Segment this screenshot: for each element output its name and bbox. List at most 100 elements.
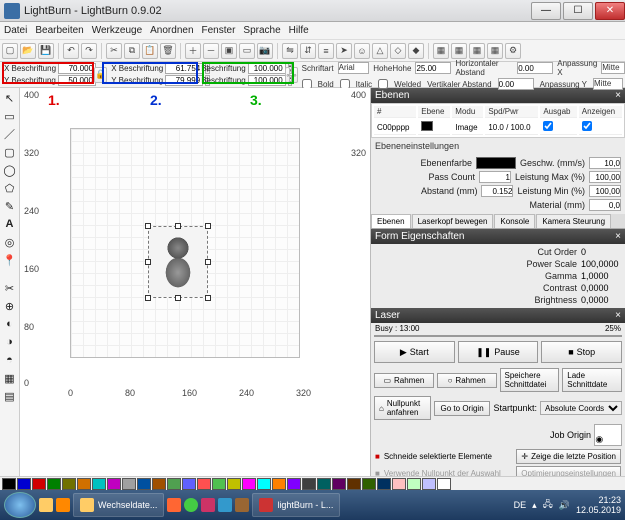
aligny-select[interactable]: Mitte	[593, 78, 623, 90]
zoom-in-icon[interactable]: ＋	[185, 43, 201, 59]
scalex-input[interactable]	[248, 63, 286, 74]
person-icon[interactable]: ☺	[354, 43, 370, 59]
menu-sprache[interactable]: Sprache	[243, 25, 280, 36]
int-input[interactable]	[481, 185, 513, 197]
palette-color[interactable]	[92, 478, 106, 490]
pmin-input[interactable]	[589, 185, 621, 197]
pause-button[interactable]: ❚❚ Pause	[458, 341, 539, 363]
pinned-chrome-icon[interactable]	[184, 498, 198, 512]
layer-output-check[interactable]	[543, 121, 553, 131]
tool-c-icon[interactable]: ◆	[408, 43, 424, 59]
cut-icon[interactable]: ✂	[106, 43, 122, 59]
delete-icon[interactable]: 🗑	[160, 43, 176, 59]
grid4-icon[interactable]: ▦	[487, 43, 503, 59]
palette-color[interactable]	[347, 478, 361, 490]
palette-color[interactable]	[197, 478, 211, 490]
scaley-input[interactable]	[248, 75, 286, 86]
palette-color[interactable]	[287, 478, 301, 490]
frame1-button[interactable]: ▭ Rahmen	[374, 373, 434, 388]
stop-button[interactable]: ■ Stop	[541, 341, 622, 363]
font-select[interactable]: Arial	[338, 62, 370, 74]
menu-fenster[interactable]: Fenster	[202, 25, 236, 36]
vspace-input[interactable]	[498, 78, 534, 90]
xpos-input[interactable]	[58, 63, 96, 74]
palette-color[interactable]	[227, 478, 241, 490]
copy-icon[interactable]: ⧉	[124, 43, 140, 59]
col-out[interactable]: Ausgab	[540, 106, 576, 118]
palette-color[interactable]	[122, 478, 136, 490]
minimize-button[interactable]: —	[531, 2, 561, 20]
palette-color[interactable]	[392, 478, 406, 490]
palette-color[interactable]	[377, 478, 391, 490]
save-cut-button[interactable]: Speichere Schnittdatei	[500, 368, 560, 392]
rect-tool-icon[interactable]: ▢	[2, 144, 18, 160]
fontheight-input[interactable]	[415, 62, 451, 74]
tray-flag-icon[interactable]: ▴	[532, 500, 537, 511]
close-button[interactable]: ✕	[595, 2, 625, 20]
palette-color[interactable]	[107, 478, 121, 490]
width-input[interactable]	[165, 63, 203, 74]
form-close-icon[interactable]: ×	[615, 231, 621, 242]
zoom-out-icon[interactable]: －	[203, 43, 219, 59]
col-layer[interactable]: Ebene	[418, 106, 450, 118]
height-input[interactable]	[165, 75, 203, 86]
layers-close-icon[interactable]: ×	[615, 90, 621, 101]
menu-anordnen[interactable]: Anordnen	[150, 25, 193, 36]
tab-move[interactable]: Laserkopf bewegen	[412, 214, 494, 228]
redo-icon[interactable]: ↷	[81, 43, 97, 59]
zoom-fit-icon[interactable]: ▣	[221, 43, 237, 59]
bool3-tool-icon[interactable]: ◓	[2, 352, 18, 368]
col-show[interactable]: Anzeigen	[579, 106, 622, 118]
palette-color[interactable]	[32, 478, 46, 490]
undo-icon[interactable]: ↶	[63, 43, 79, 59]
hatch-tool-icon[interactable]: ▤	[2, 388, 18, 404]
palette-color[interactable]	[47, 478, 61, 490]
save-icon[interactable]: 💾	[38, 43, 54, 59]
grid1-icon[interactable]: ▦	[433, 43, 449, 59]
menu-bearbeiten[interactable]: Bearbeiten	[35, 25, 83, 36]
node-tool-icon[interactable]: ✂	[2, 280, 18, 296]
frame-icon[interactable]: ▭	[239, 43, 255, 59]
settings-icon[interactable]: ⚙	[505, 43, 521, 59]
palette-color[interactable]	[212, 478, 226, 490]
text-tool-icon[interactable]: A	[2, 216, 18, 232]
start-button-icon[interactable]	[4, 492, 36, 518]
array-tool-icon[interactable]: ▦	[2, 370, 18, 386]
selected-image[interactable]	[148, 226, 208, 298]
tool-a-icon[interactable]: △	[372, 43, 388, 59]
palette-color[interactable]	[137, 478, 151, 490]
arrow-icon[interactable]: ➤	[336, 43, 352, 59]
maximize-button[interactable]: ☐	[563, 2, 593, 20]
task-lightburn[interactable]: lightBurn - L...	[252, 493, 340, 517]
palette-color[interactable]	[407, 478, 421, 490]
palette-color[interactable]	[167, 478, 181, 490]
palette-color[interactable]	[182, 478, 196, 490]
palette-color[interactable]	[302, 478, 316, 490]
frame2-button[interactable]: ○ Rahmen	[437, 373, 497, 388]
pinned-app3-icon[interactable]	[235, 498, 249, 512]
load-cut-button[interactable]: Lade Schnittdate	[562, 368, 622, 392]
mat-input[interactable]	[589, 199, 621, 211]
grid3-icon[interactable]: ▦	[469, 43, 485, 59]
bool2-tool-icon[interactable]: ◑	[2, 334, 18, 350]
pmax-input[interactable]	[589, 171, 621, 183]
col-num[interactable]: #	[374, 106, 416, 118]
mirror-v-icon[interactable]: ⇵	[300, 43, 316, 59]
offset-tool-icon[interactable]: ◎	[2, 234, 18, 250]
col-mode[interactable]: Modu	[452, 106, 483, 118]
layer-show-check[interactable]	[582, 121, 592, 131]
palette-color[interactable]	[257, 478, 271, 490]
palette-color[interactable]	[317, 478, 331, 490]
tool-b-icon[interactable]: ◇	[390, 43, 406, 59]
pinned-app2-icon[interactable]	[218, 498, 232, 512]
alignx-select[interactable]: Mitte	[601, 62, 625, 74]
laser-close-icon[interactable]: ×	[615, 310, 621, 321]
ypos-input[interactable]	[58, 75, 96, 86]
color-swatch[interactable]	[476, 157, 516, 169]
lang-indicator[interactable]: DE	[514, 500, 527, 510]
camera-icon[interactable]: 📷	[257, 43, 273, 59]
menu-datei[interactable]: Datei	[4, 25, 27, 36]
task-explorer[interactable]: Wechseldate...	[73, 493, 164, 517]
pinned-firefox-icon[interactable]	[167, 498, 181, 512]
palette-color[interactable]	[242, 478, 256, 490]
